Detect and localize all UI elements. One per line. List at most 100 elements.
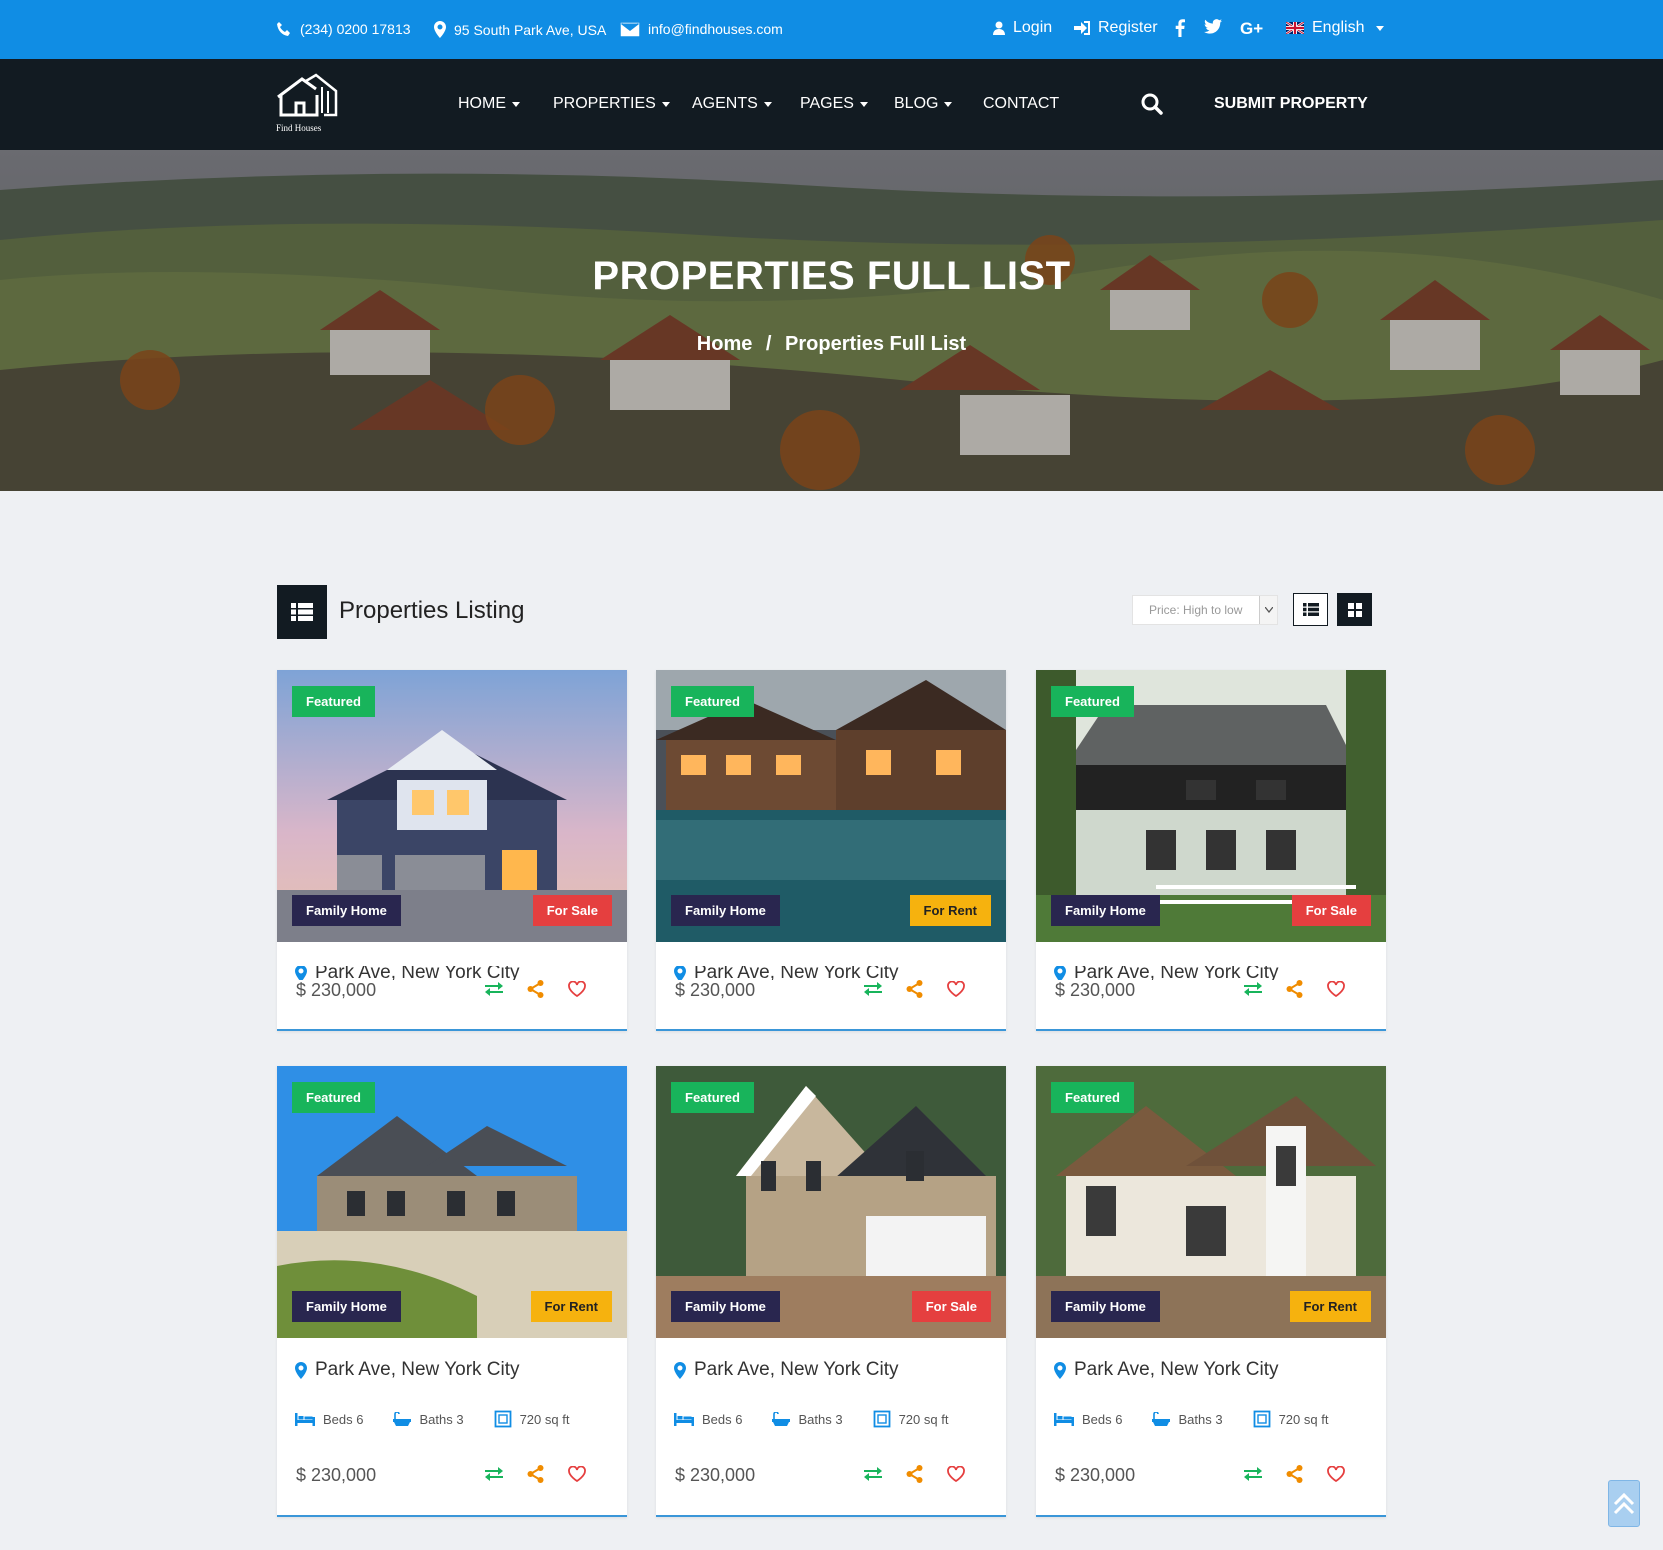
- property-features: Beds 6 Baths 3 720 sq ft: [295, 1410, 569, 1428]
- compare-icon[interactable]: [485, 981, 503, 997]
- grid-view-icon: [1347, 602, 1362, 617]
- heart-icon[interactable]: [568, 981, 586, 997]
- type-badge[interactable]: Family Home: [1051, 1291, 1160, 1322]
- bed-icon: [674, 1412, 694, 1426]
- nav-properties[interactable]: PROPERTIES: [553, 95, 670, 113]
- heart-icon[interactable]: [1327, 1466, 1345, 1482]
- property-image[interactable]: Featured Family Home For Sale: [1036, 670, 1386, 942]
- search-icon: [1141, 93, 1163, 115]
- nav-agents[interactable]: AGENTS: [692, 95, 772, 113]
- facebook-link[interactable]: [1175, 19, 1185, 37]
- property-card[interactable]: Featured Family Home For Rent Park Ave, …: [277, 1066, 627, 1517]
- phone-contact[interactable]: (234) 0200 17813: [276, 21, 411, 37]
- property-image[interactable]: Featured Family Home For Sale: [656, 1066, 1006, 1338]
- house-logo-icon: [277, 73, 338, 117]
- breadcrumb-home[interactable]: Home: [697, 333, 753, 355]
- type-badge[interactable]: Family Home: [292, 895, 401, 926]
- listing-icon-box: [277, 585, 327, 639]
- type-badge[interactable]: Family Home: [1051, 895, 1160, 926]
- property-location[interactable]: Park Ave, New York City: [674, 966, 899, 980]
- property-image[interactable]: Featured Family Home For Rent: [656, 670, 1006, 942]
- share-icon[interactable]: [906, 980, 923, 998]
- share-icon[interactable]: [527, 980, 544, 998]
- property-location[interactable]: Park Ave, New York City: [1054, 1359, 1279, 1381]
- sign-in-icon: [1074, 21, 1090, 35]
- share-icon[interactable]: [527, 1465, 544, 1483]
- register-link[interactable]: Register: [1074, 19, 1158, 37]
- type-badge[interactable]: Family Home: [671, 895, 780, 926]
- status-badge[interactable]: For Sale: [911, 1291, 991, 1322]
- featured-badge: Featured: [1051, 686, 1134, 717]
- type-badge[interactable]: Family Home: [292, 1291, 401, 1322]
- map-marker-icon: [295, 1361, 307, 1379]
- status-badge[interactable]: For Sale: [1291, 895, 1371, 926]
- property-image[interactable]: Featured Family Home For Rent: [277, 1066, 627, 1338]
- login-link[interactable]: Login: [993, 19, 1052, 37]
- property-features: Beds 6 Baths 3 720 sq ft: [1054, 1410, 1328, 1428]
- property-card[interactable]: Featured Family Home For Sale Park Ave, …: [1036, 670, 1386, 1031]
- property-location[interactable]: Park Ave, New York City: [674, 1359, 899, 1381]
- bed-icon: [1054, 1412, 1074, 1426]
- property-location[interactable]: Park Ave, New York City: [295, 1359, 520, 1381]
- property-location[interactable]: Park Ave, New York City: [1054, 966, 1279, 980]
- map-marker-icon: [295, 966, 307, 980]
- property-price: $ 230,000: [1055, 1465, 1136, 1485]
- area-feature: 720 sq ft: [494, 1410, 569, 1428]
- status-badge[interactable]: For Sale: [532, 895, 612, 926]
- heart-icon[interactable]: [568, 1466, 586, 1482]
- compare-icon[interactable]: [864, 981, 882, 997]
- property-price: $ 230,000: [675, 980, 756, 1000]
- twitter-link[interactable]: [1204, 19, 1222, 34]
- compare-icon[interactable]: [1244, 1466, 1262, 1482]
- site-logo[interactable]: Find Houses: [276, 73, 342, 135]
- list-view-button[interactable]: [1293, 593, 1328, 626]
- type-badge[interactable]: Family Home: [671, 1291, 780, 1322]
- submit-property-button[interactable]: SUBMIT PROPERTY: [1214, 95, 1368, 113]
- chevron-down-icon: [661, 101, 670, 107]
- property-card[interactable]: Featured Family Home For Sale Park Ave, …: [277, 670, 627, 1031]
- double-chevron-up-icon: [1613, 1492, 1635, 1514]
- scroll-to-top-button[interactable]: [1608, 1480, 1640, 1527]
- map-marker-icon: [674, 966, 686, 980]
- heart-icon[interactable]: [1327, 981, 1345, 997]
- email-contact[interactable]: info@findhouses.com: [620, 21, 783, 37]
- nav-contact[interactable]: CONTACT: [983, 95, 1059, 113]
- property-card[interactable]: Featured Family Home For Rent Park Ave, …: [656, 670, 1006, 1031]
- property-image[interactable]: Featured Family Home For Sale: [277, 670, 627, 942]
- google-plus-link[interactable]: G+: [1240, 19, 1263, 39]
- status-badge[interactable]: For Rent: [1289, 1291, 1371, 1322]
- status-badge[interactable]: For Rent: [909, 895, 991, 926]
- user-icon: [993, 21, 1005, 35]
- area-icon: [1253, 1410, 1270, 1428]
- language-selector[interactable]: English: [1286, 19, 1385, 37]
- map-marker-icon: [434, 21, 446, 38]
- status-badge[interactable]: For Rent: [530, 1291, 612, 1322]
- share-icon[interactable]: [1286, 980, 1303, 998]
- property-location[interactable]: Park Ave, New York City: [295, 966, 520, 980]
- property-price: $ 230,000: [296, 980, 377, 1000]
- nav-home[interactable]: HOME: [458, 95, 520, 113]
- sort-select[interactable]: Price: High to low: [1132, 595, 1278, 625]
- share-icon[interactable]: [906, 1465, 923, 1483]
- nav-search-button[interactable]: [1140, 92, 1164, 121]
- card-actions: [864, 1465, 965, 1483]
- grid-view-button[interactable]: [1337, 593, 1372, 626]
- compare-icon[interactable]: [864, 1466, 882, 1482]
- share-icon[interactable]: [1286, 1465, 1303, 1483]
- chevron-down-icon: [859, 101, 868, 107]
- compare-icon[interactable]: [1244, 981, 1262, 997]
- heart-icon[interactable]: [947, 981, 965, 997]
- nav-pages[interactable]: PAGES: [800, 95, 868, 113]
- nav-blog[interactable]: BLOG: [894, 95, 953, 113]
- property-image[interactable]: Featured Family Home For Rent: [1036, 1066, 1386, 1338]
- card-actions: [1244, 1465, 1345, 1483]
- breadcrumb: Home / Properties Full List: [0, 333, 1663, 356]
- property-card[interactable]: Featured Family Home For Sale Park Ave, …: [656, 1066, 1006, 1517]
- baths-feature: Baths 3: [772, 1410, 843, 1428]
- breadcrumb-current: Properties Full List: [785, 333, 967, 355]
- uk-flag-icon: [1286, 22, 1304, 34]
- twitter-icon: [1204, 19, 1222, 34]
- property-card[interactable]: Featured Family Home For Rent Park Ave, …: [1036, 1066, 1386, 1517]
- heart-icon[interactable]: [947, 1466, 965, 1482]
- compare-icon[interactable]: [485, 1466, 503, 1482]
